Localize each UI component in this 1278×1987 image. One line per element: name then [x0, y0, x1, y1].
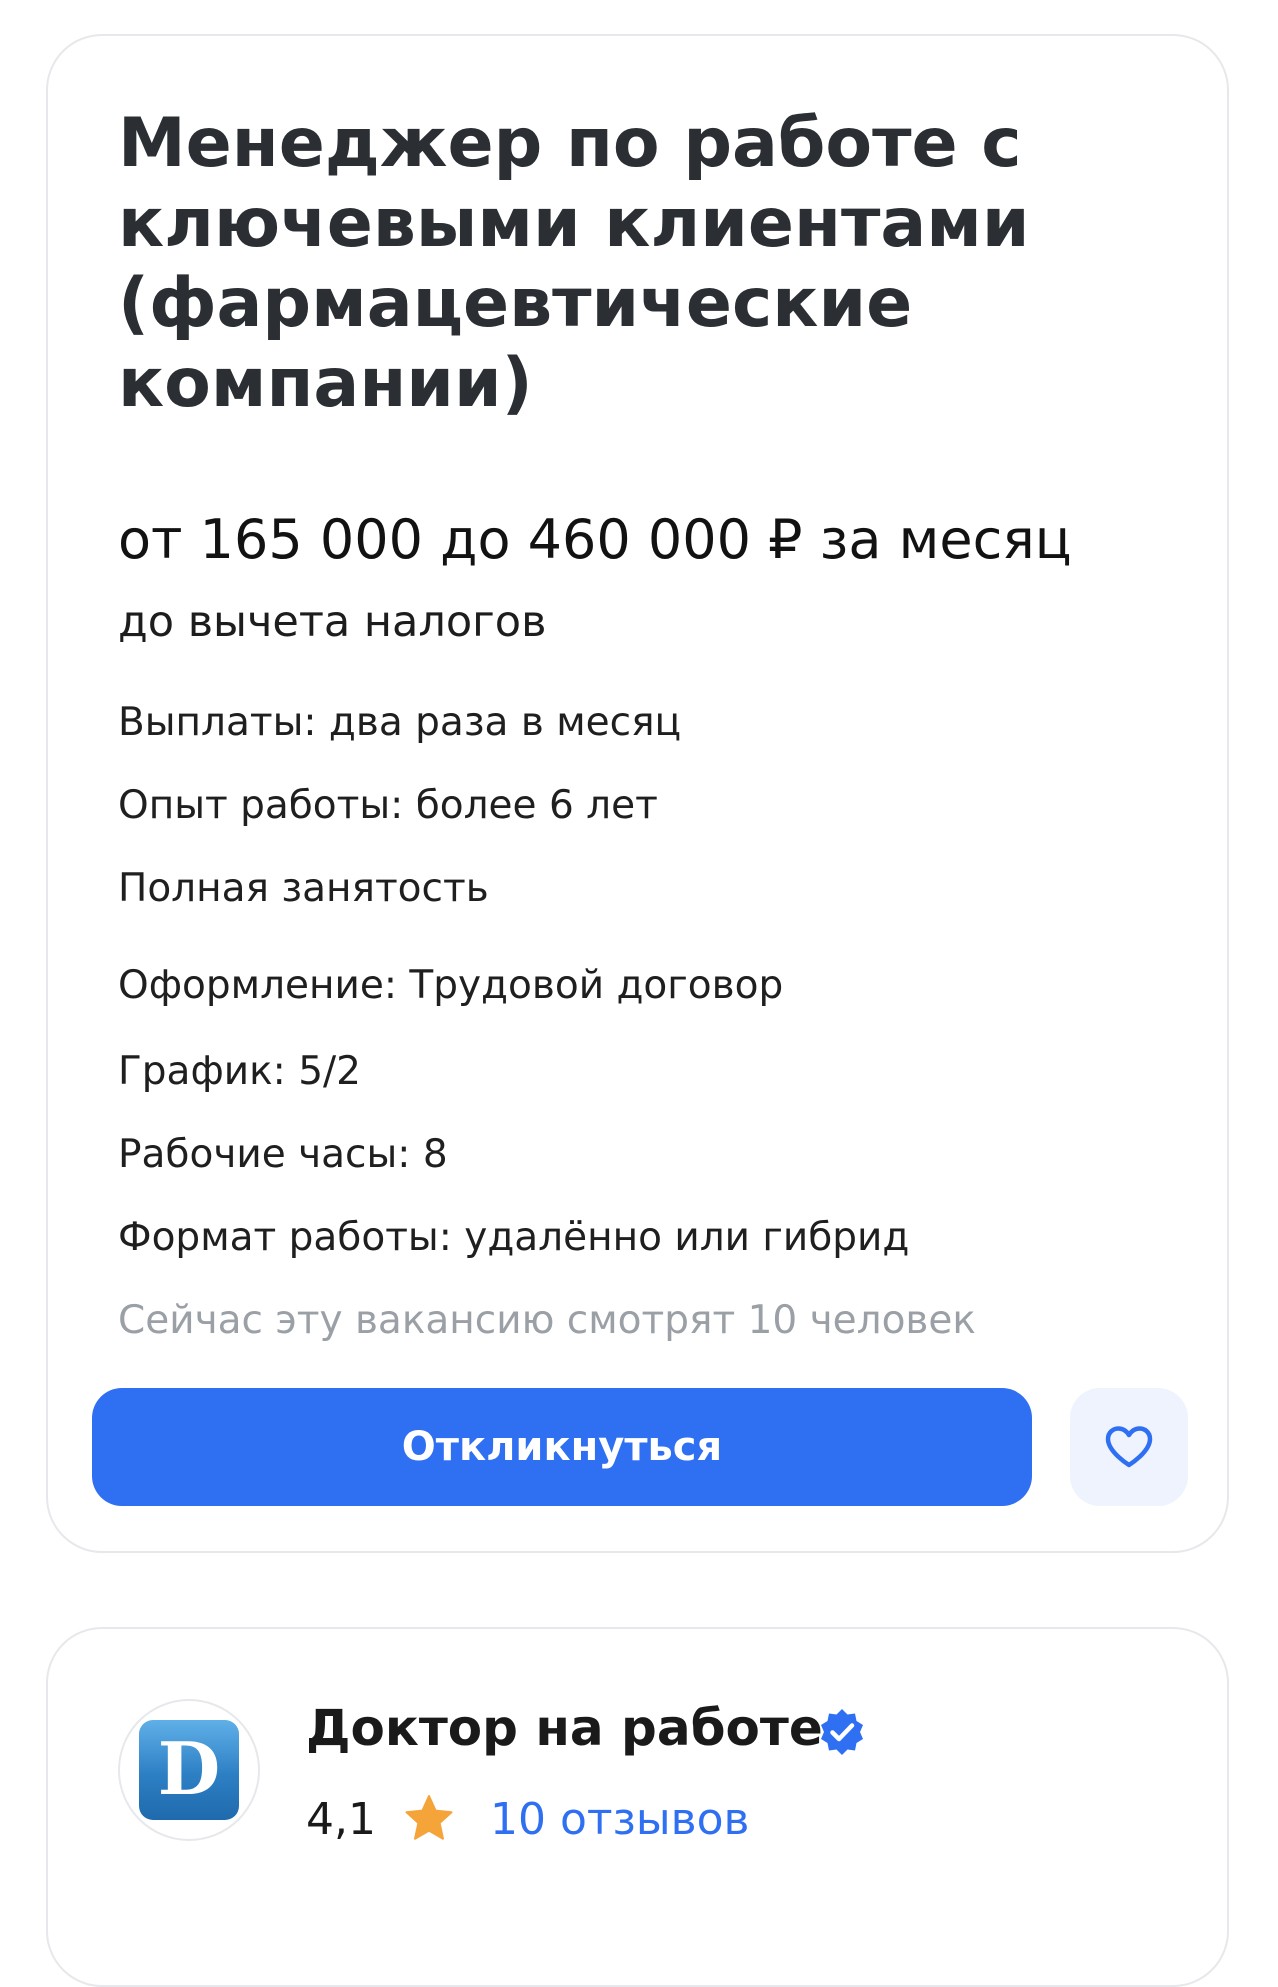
rating-value: 4,1: [306, 1793, 376, 1845]
star-icon: [405, 1795, 453, 1840]
vacancy-card: Менеджер по работе с ключевыми клиентами…: [46, 34, 1229, 1553]
contract-type: Оформление: Трудовой договор: [118, 963, 784, 1008]
company-name[interactable]: Доктор на работе: [306, 1697, 823, 1759]
vacancy-title: Менеджер по работе с ключевыми клиентами…: [118, 104, 1030, 423]
salary-range: от 165 000 до 460 000 ₽ за месяц: [118, 508, 1072, 571]
working-hours: Рабочие часы: 8: [118, 1132, 448, 1177]
rating-row: 4,1 10 отзывов: [306, 1789, 749, 1849]
reviews-link[interactable]: 10 отзывов: [490, 1794, 749, 1845]
respond-button[interactable]: Откликнуться: [92, 1388, 1032, 1506]
payment-frequency: Выплаты: два раза в месяц: [118, 700, 682, 745]
salary-note: до вычета налогов: [118, 597, 547, 647]
svg-text:D: D: [158, 1726, 220, 1811]
experience-requirement: Опыт работы: более 6 лет: [118, 783, 658, 828]
company-logo-mark: D: [139, 1720, 239, 1820]
favorite-button[interactable]: [1070, 1388, 1188, 1506]
company-logo[interactable]: D: [118, 1699, 260, 1841]
company-card: D Доктор на работе 4,1 10 отзывов: [46, 1627, 1229, 1987]
employment-type: Полная занятость: [118, 866, 489, 911]
heart-icon: [1105, 1426, 1153, 1468]
work-schedule: График: 5/2: [118, 1049, 361, 1094]
work-format: Формат работы: удалённо или гибрид: [118, 1215, 910, 1260]
verified-badge-icon: [821, 1709, 863, 1755]
company-logo-letter: D: [158, 1726, 220, 1811]
viewers-count: Сейчас эту вакансию смотрят 10 человек: [118, 1298, 976, 1343]
